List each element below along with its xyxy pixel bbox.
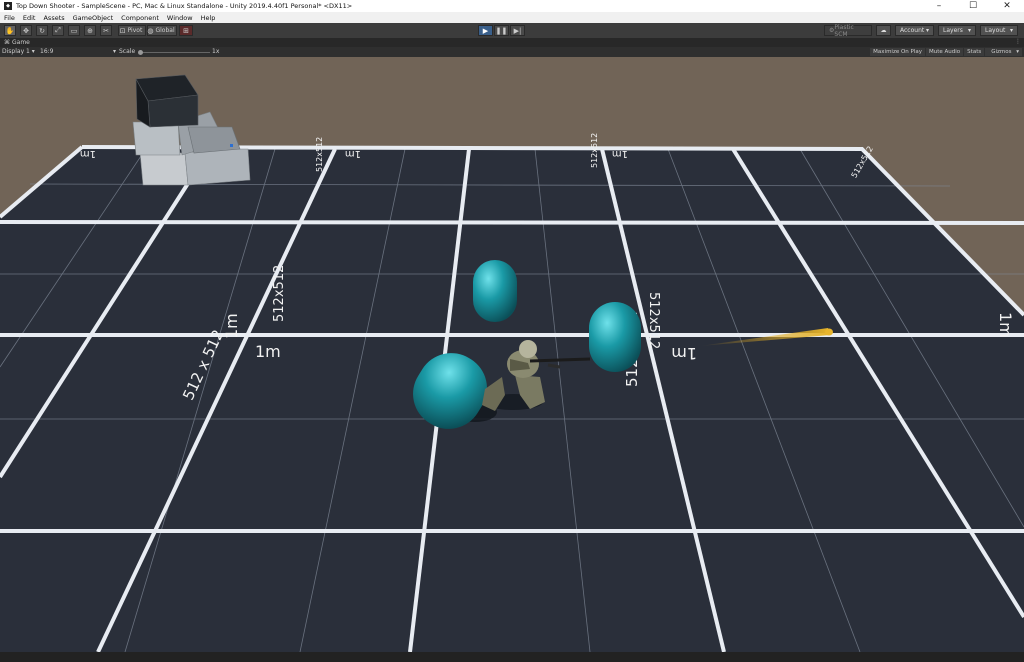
play-icon: ▶ (482, 26, 489, 35)
mute-audio-toggle[interactable]: Mute Audio (926, 48, 964, 56)
custom-tool-icon[interactable]: ✂ (100, 25, 112, 36)
rotate-tool-icon[interactable]: ↻ (36, 25, 48, 36)
account-dropdown[interactable]: Account ▾ (895, 25, 934, 36)
game-viewport[interactable]: 1m 512x512 1m 512x512 1m 512x512 1m 512x… (0, 57, 1024, 652)
label-512: 512x512 (315, 137, 324, 172)
pause-button[interactable]: ❚❚ (494, 25, 509, 36)
snap-toggle-icon[interactable]: ⊞ (179, 25, 193, 36)
unity-logo-icon: ◆ (4, 2, 12, 10)
label-512: 512x512 (590, 133, 599, 168)
play-button[interactable]: ▶ (478, 25, 493, 36)
transform-tool-icon[interactable]: ⊕ (84, 25, 96, 36)
menu-file[interactable]: File (0, 14, 19, 22)
scale-slider-handle[interactable] (138, 50, 143, 55)
pause-icon: ❚❚ (495, 26, 508, 35)
step-button[interactable]: ▶| (510, 25, 525, 36)
display-dropdown[interactable]: Display 1 ▾ (2, 48, 35, 55)
menu-component[interactable]: Component (117, 14, 163, 22)
menu-bar: File Edit Assets GameObject Component Wi… (0, 12, 1024, 23)
game-tab-bar: ⌘ Game ⋮ (0, 38, 1024, 47)
maximize-button[interactable]: ☐ (956, 0, 990, 12)
menu-gameobject[interactable]: GameObject (69, 14, 118, 22)
scale-slider[interactable] (138, 50, 210, 55)
menu-window[interactable]: Window (163, 14, 197, 22)
label-1m: 1m (80, 148, 96, 159)
maximize-on-play-toggle[interactable]: Maximize On Play (870, 48, 926, 56)
hand-tool-icon[interactable]: ✋ (4, 25, 16, 36)
plastic-scm-button[interactable]: ⚙ Plastic SCM (824, 24, 872, 38)
cloud-icon[interactable]: ☁ (876, 25, 891, 36)
label-512: 512x512 (272, 265, 287, 322)
capsule-obstacle (589, 302, 641, 372)
minimize-button[interactable]: – (922, 0, 956, 12)
label-1m: 1m (345, 148, 361, 159)
scale-value: 1x (212, 48, 220, 55)
move-tool-icon[interactable]: ✥ (20, 25, 32, 36)
chevron-down-icon: ▾ (1009, 27, 1013, 34)
gizmos-dropdown[interactable]: Gizmos ▾ (985, 48, 1022, 56)
scale-label: Scale (119, 48, 136, 55)
tab-menu-icon[interactable]: ⋮ (1015, 38, 1021, 45)
label-512: 512x512 (646, 292, 661, 349)
main-toolbar: ✋ ✥ ↻ ⤢ ▭ ⊕ ✂ ⊡ Pivot ◍ Global ⊞ ▶ ❚❚ ▶| ⚙… (0, 23, 1024, 38)
label-1m: 1m (612, 148, 628, 159)
status-bar (0, 652, 1024, 662)
window-title-bar: ◆ Top Down Shooter - SampleScene - PC, M… (0, 0, 1024, 12)
game-view-toolbar: Display 1 ▾ 16:9 ▾ Scale 1x Maximize On P… (0, 47, 1024, 57)
game-controller-icon: ⌘ (4, 39, 10, 46)
close-button[interactable]: ✕ (990, 0, 1024, 12)
global-toggle-button[interactable]: ◍ Global (147, 25, 177, 36)
layers-dropdown[interactable]: Layers ▾ (938, 25, 976, 36)
label-1m: 1m (671, 344, 697, 363)
capsule-obstacle (473, 260, 517, 322)
step-icon: ▶| (513, 26, 522, 35)
pivot-toggle-button[interactable]: ⊡ Pivot (118, 25, 146, 36)
crate-stack (132, 74, 251, 186)
label-1m: 1m (255, 342, 281, 361)
rect-tool-icon[interactable]: ▭ (68, 25, 80, 36)
tab-game[interactable]: ⌘ Game (0, 39, 30, 46)
window-title: Top Down Shooter - SampleScene - PC, Mac… (16, 2, 353, 10)
label-1m: 1m (996, 312, 1015, 338)
chevron-down-icon: ▾ (925, 27, 929, 34)
scene-render: 1m 512x512 1m 512x512 1m 512x512 1m 512x… (0, 74, 1024, 652)
layout-dropdown[interactable]: Layout ▾ (980, 25, 1018, 36)
chevron-down-icon: ▾ (967, 27, 971, 34)
menu-edit[interactable]: Edit (19, 14, 40, 22)
stats-toggle[interactable]: Stats (964, 48, 985, 56)
scale-tool-icon[interactable]: ⤢ (52, 25, 64, 36)
chevron-down-icon: ▾ (112, 48, 116, 55)
menu-assets[interactable]: Assets (39, 14, 68, 22)
menu-help[interactable]: Help (197, 14, 220, 22)
aspect-dropdown[interactable]: 16:9 ▾ (40, 48, 116, 55)
